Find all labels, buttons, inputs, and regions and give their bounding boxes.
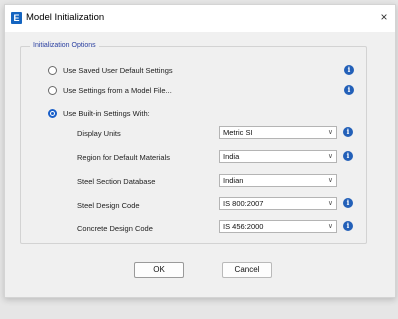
ok-button[interactable]: OK [134, 262, 184, 278]
steel-design-code-label: Steel Design Code [77, 201, 140, 210]
cancel-button[interactable]: Cancel [222, 262, 272, 278]
chevron-down-icon: ∨ [327, 129, 333, 136]
chevron-down-icon: ∨ [327, 200, 333, 207]
info-icon[interactable]: i [343, 127, 353, 137]
select-value: Indian [223, 176, 244, 185]
info-icon[interactable]: i [343, 151, 353, 161]
radio-button[interactable] [48, 85, 57, 95]
concrete-design-code-select[interactable]: IS 456:2000 ∨ [219, 220, 337, 233]
close-icon[interactable]: × [377, 10, 391, 24]
select-value: IS 800:2007 [223, 199, 264, 208]
option-model-file[interactable]: Use Settings from a Model File... [48, 84, 172, 96]
select-value: IS 456:2000 [223, 222, 264, 231]
info-icon[interactable]: i [343, 198, 353, 208]
select-value: Metric SI [223, 128, 253, 137]
etabs-app-icon: E [11, 12, 22, 24]
info-icon[interactable]: i [344, 85, 354, 95]
option-label: Use Built-in Settings With: [63, 108, 150, 118]
steel-design-code-select[interactable]: IS 800:2007 ∨ [219, 197, 337, 210]
option-saved-defaults[interactable]: Use Saved User Default Settings [48, 64, 173, 76]
chevron-down-icon: ∨ [327, 223, 333, 230]
select-value: India [223, 152, 240, 161]
concrete-design-code-label: Concrete Design Code [77, 224, 153, 233]
steel-section-database-select[interactable]: Indian ∨ [219, 174, 337, 187]
chevron-down-icon: ∨ [327, 153, 333, 160]
display-units-label: Display Units [77, 129, 121, 138]
title-bar: E Model Initialization × [5, 5, 395, 32]
info-icon[interactable]: i [344, 65, 354, 75]
radio-button[interactable] [48, 65, 57, 75]
radio-button-selected[interactable] [48, 108, 57, 118]
region-materials-select[interactable]: India ∨ [219, 150, 337, 163]
option-label: Use Settings from a Model File... [63, 85, 172, 95]
window-title: Model Initialization [26, 12, 105, 23]
option-label: Use Saved User Default Settings [63, 65, 173, 75]
option-built-in[interactable]: Use Built-in Settings With: [48, 107, 150, 119]
steel-section-database-label: Steel Section Database [77, 177, 156, 186]
chevron-down-icon: ∨ [327, 177, 333, 184]
region-materials-label: Region for Default Materials [77, 153, 170, 162]
group-title: Initialization Options [30, 42, 99, 49]
info-icon[interactable]: i [343, 221, 353, 231]
display-units-select[interactable]: Metric SI ∨ [219, 126, 337, 139]
